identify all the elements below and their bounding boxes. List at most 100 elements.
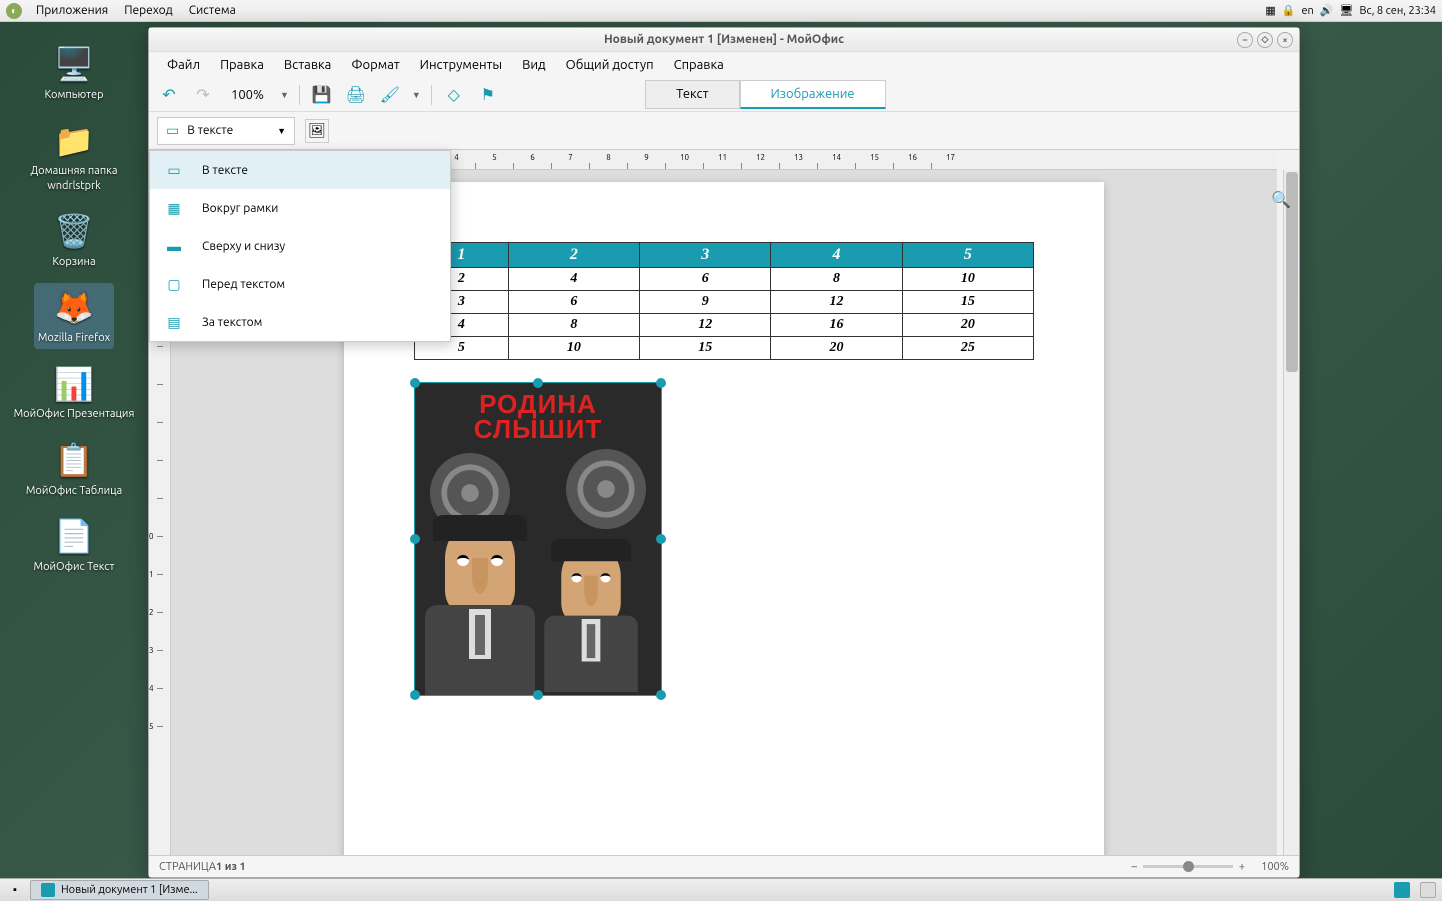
table-cell[interactable]: 20 [771, 337, 902, 360]
display-icon[interactable]: 🖥 [1340, 4, 1354, 17]
table-cell[interactable]: 6 [508, 291, 639, 314]
paint-format-button[interactable]: 🖌 [378, 83, 402, 107]
table-header[interactable]: 3 [640, 243, 771, 268]
zoom-level[interactable]: 100% [225, 88, 270, 102]
tray-icon[interactable]: ▦ [1265, 4, 1275, 17]
table-header[interactable]: 5 [902, 243, 1033, 268]
undo-button[interactable]: ↶ [157, 83, 181, 107]
tab-image[interactable]: Изображение [740, 80, 886, 109]
zoom-in-button[interactable]: + [1233, 861, 1251, 873]
show-desktop-button[interactable]: ▪ [6, 884, 24, 896]
resize-handle-n[interactable] [533, 378, 543, 388]
menu-Вид[interactable]: Вид [512, 58, 556, 72]
wrap-option[interactable]: ▤За текстом [150, 303, 450, 341]
desktop-icon-3[interactable]: 🦊Mozilla Firefox [34, 283, 114, 349]
inserted-image[interactable]: РОДИНА СЛЫШИТ [414, 382, 662, 696]
zoom-slider-knob[interactable] [1183, 861, 1194, 872]
desktop-icon-0[interactable]: 🖥️Компьютер [40, 40, 107, 106]
magnifier-icon[interactable]: 🔍 [1271, 190, 1291, 209]
desktop-icon-label: МойОфис Таблица [26, 484, 122, 498]
desktop-icon-2[interactable]: 🗑️Корзина [45, 207, 103, 273]
document-page[interactable]: 12345 246810369121548121620510152025 РОД… [344, 182, 1104, 855]
resize-handle-e[interactable] [656, 534, 666, 544]
image-tool-button[interactable]: 🖼 [305, 119, 329, 143]
table-cell[interactable]: 6 [640, 268, 771, 291]
table-cell[interactable]: 12 [771, 291, 902, 314]
panel-menu-system[interactable]: Система [181, 4, 244, 17]
save-button[interactable]: 💾 [310, 83, 334, 107]
menu-Общий доступ[interactable]: Общий доступ [556, 58, 664, 72]
lock-icon[interactable]: 🔒 [1282, 4, 1296, 17]
resize-handle-se[interactable] [656, 690, 666, 700]
eraser-button[interactable]: ◇ [442, 83, 466, 107]
desktop-icon-6[interactable]: 📄МойОфис Текст [30, 512, 119, 578]
language-indicator[interactable]: en [1301, 5, 1313, 17]
table-row[interactable]: 3691215 [415, 291, 1034, 314]
table-cell[interactable]: 10 [902, 268, 1033, 291]
table-cell[interactable]: 8 [771, 268, 902, 291]
menu-Справка[interactable]: Справка [664, 58, 734, 72]
wrap-option[interactable]: ▭В тексте [150, 151, 450, 189]
table-cell[interactable]: 25 [902, 337, 1033, 360]
taskbar-tray-icon[interactable] [1394, 882, 1410, 898]
table-cell[interactable]: 4 [508, 268, 639, 291]
table-row[interactable]: 48121620 [415, 314, 1034, 337]
os-logo-icon[interactable]: ◐ [6, 3, 22, 19]
zoom-out-button[interactable]: – [1125, 861, 1142, 873]
desktop-icon-1[interactable]: 📁Домашняя папка wndrlstprk [0, 116, 148, 197]
table-cell[interactable]: 10 [508, 337, 639, 360]
desktop-icon-4[interactable]: 📊МойОфис Презентация [10, 359, 139, 425]
minimize-button[interactable]: – [1237, 32, 1253, 48]
maximize-button[interactable]: ◇ [1257, 32, 1273, 48]
taskbar-tray-icon-2[interactable] [1420, 882, 1436, 898]
volume-icon[interactable]: 🔊 [1320, 4, 1334, 17]
wrap-selected-label: В тексте [187, 124, 233, 137]
panel-menu-apps[interactable]: Приложения [28, 4, 116, 17]
resize-handle-w[interactable] [410, 534, 420, 544]
chevron-down-icon: ▼ [277, 126, 286, 136]
zoom-slider[interactable] [1143, 865, 1233, 868]
menu-Формат[interactable]: Формат [341, 58, 409, 72]
resize-handle-sw[interactable] [410, 690, 420, 700]
resize-handle-s[interactable] [533, 690, 543, 700]
table-row[interactable]: 246810 [415, 268, 1034, 291]
table-cell[interactable]: 9 [640, 291, 771, 314]
table-header[interactable]: 2 [508, 243, 639, 268]
print-button[interactable]: 🖨 [344, 83, 368, 107]
wrap-option[interactable]: ▦Вокруг рамки [150, 189, 450, 227]
menu-Файл[interactable]: Файл [157, 58, 210, 72]
wrap-dropdown-menu: ▭В тексте▦Вокруг рамки▬Сверху и снизу▢Пе… [149, 150, 451, 342]
table-header[interactable]: 4 [771, 243, 902, 268]
wrap-option-icon: ▤ [164, 314, 184, 331]
redo-button[interactable]: ↷ [191, 83, 215, 107]
wrap-option[interactable]: ▬Сверху и снизу [150, 227, 450, 265]
wrap-option[interactable]: ▢Перед текстом [150, 265, 450, 303]
text-wrap-dropdown[interactable]: ▭ В тексте ▼ [157, 117, 295, 145]
desktop-icon-5[interactable]: 📋МойОфис Таблица [22, 436, 126, 502]
table-row[interactable]: 510152025 [415, 337, 1034, 360]
resize-handle-ne[interactable] [656, 378, 666, 388]
taskbar-task[interactable]: Новый документ 1 [Изме... [30, 880, 209, 900]
window-titlebar[interactable]: Новый документ 1 [Изменен] - МойОфис – ◇… [149, 28, 1299, 52]
document-table[interactable]: 12345 246810369121548121620510152025 [414, 242, 1034, 360]
resize-handle-nw[interactable] [410, 378, 420, 388]
table-cell[interactable]: 12 [640, 314, 771, 337]
table-cell[interactable]: 15 [640, 337, 771, 360]
vertical-scrollbar[interactable] [1283, 170, 1299, 855]
menu-Правка[interactable]: Правка [210, 58, 274, 72]
close-button[interactable]: × [1277, 32, 1293, 48]
wrap-option-label: Перед текстом [202, 278, 285, 291]
clock[interactable]: Вс, 8 сен, 23:34 [1359, 5, 1436, 17]
menu-Инструменты[interactable]: Инструменты [410, 58, 512, 72]
panel-menu-places[interactable]: Переход [116, 4, 181, 17]
flag-button[interactable]: ⚑ [476, 83, 500, 107]
tab-text[interactable]: Текст [645, 80, 739, 109]
desktop-icon-label: Компьютер [44, 88, 103, 102]
wrap-option-icon: ▬ [164, 238, 184, 254]
table-cell[interactable]: 8 [508, 314, 639, 337]
menu-Вставка[interactable]: Вставка [274, 58, 341, 72]
table-cell[interactable]: 20 [902, 314, 1033, 337]
table-cell[interactable]: 15 [902, 291, 1033, 314]
desktop-icon-glyph: 📄 [49, 516, 99, 558]
table-cell[interactable]: 16 [771, 314, 902, 337]
